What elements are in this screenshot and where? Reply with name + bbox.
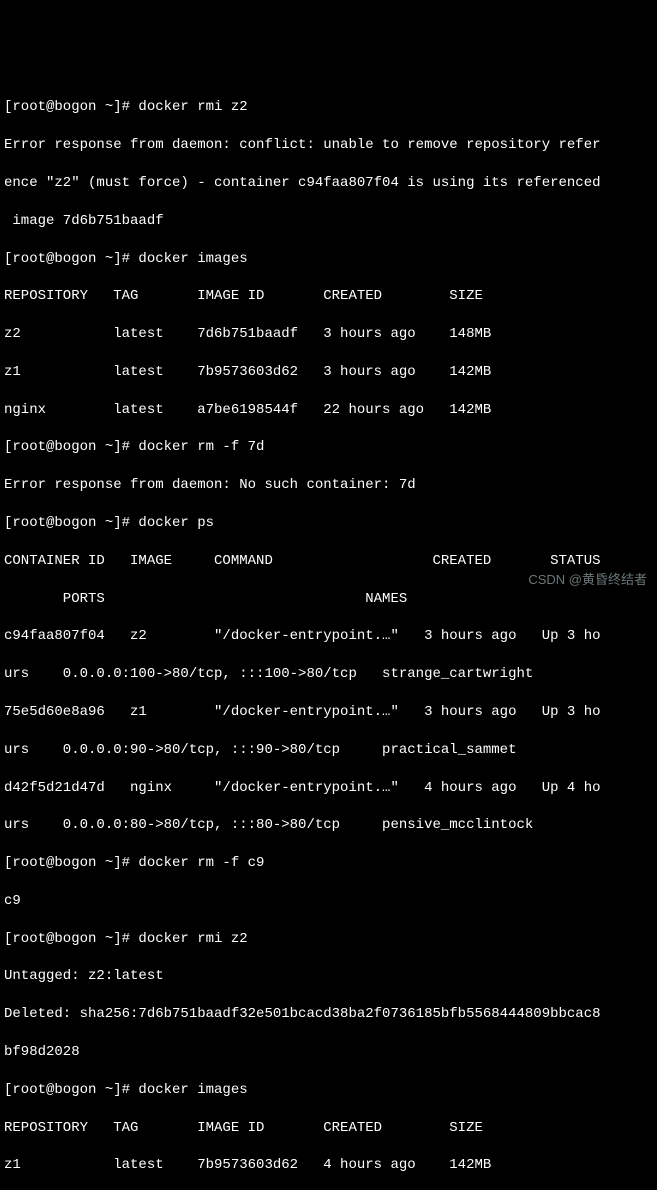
output-line: c9 [4,892,653,911]
table-row: urs 0.0.0.0:100->80/tcp, :::100->80/tcp … [4,665,653,684]
command-text: docker rmi z2 [138,931,247,947]
prompt: [root@bogon ~]# [4,855,138,871]
cmd-line: [root@bogon ~]# docker rm -f c9 [4,854,653,873]
table-row: c94faa807f04 z2 "/docker-entrypoint.…" 3… [4,627,653,646]
output-line: bf98d2028 [4,1043,653,1062]
table-row: z1 latest 7b9573603d62 3 hours ago 142MB [4,363,653,382]
terminal-output[interactable]: [root@bogon ~]# docker rmi z2 Error resp… [4,80,653,1190]
watermark: CSDN @黄昏终结者 [528,571,647,589]
table-row: 75e5d60e8a96 z1 "/docker-entrypoint.…" 3… [4,703,653,722]
error-line: image 7d6b751baadf [4,212,653,231]
cmd-line: [root@bogon ~]# docker rmi z2 [4,930,653,949]
output-line: Deleted: sha256:7d6b751baadf32e501bcacd3… [4,1005,653,1024]
prompt: [root@bogon ~]# [4,99,138,115]
prompt: [root@bogon ~]# [4,931,138,947]
cmd-line: [root@bogon ~]# docker rmi z2 [4,98,653,117]
error-line: ence "z2" (must force) - container c94fa… [4,174,653,193]
command-text: docker images [138,251,247,267]
table-row: d42f5d21d47d nginx "/docker-entrypoint.…… [4,779,653,798]
prompt: [root@bogon ~]# [4,1082,138,1098]
error-line: Error response from daemon: No such cont… [4,476,653,495]
cmd-line: [root@bogon ~]# docker ps [4,514,653,533]
command-text: docker rmi z2 [138,99,247,115]
cmd-line: [root@bogon ~]# docker rm -f 7d [4,438,653,457]
table-header: REPOSITORY TAG IMAGE ID CREATED SIZE [4,287,653,306]
table-row: nginx latest a7be6198544f 22 hours ago 1… [4,401,653,420]
command-text: docker images [138,1082,247,1098]
table-header: PORTS NAMES [4,590,653,609]
prompt: [root@bogon ~]# [4,251,138,267]
command-text: docker ps [138,515,214,531]
cmd-line: [root@bogon ~]# docker images [4,1081,653,1100]
table-header: CONTAINER ID IMAGE COMMAND CREATED STATU… [4,552,653,571]
table-row: urs 0.0.0.0:90->80/tcp, :::90->80/tcp pr… [4,741,653,760]
prompt: [root@bogon ~]# [4,515,138,531]
table-row: urs 0.0.0.0:80->80/tcp, :::80->80/tcp pe… [4,816,653,835]
error-line: Error response from daemon: conflict: un… [4,136,653,155]
command-text: docker rm -f 7d [138,439,264,455]
cmd-line: [root@bogon ~]# docker images [4,250,653,269]
table-header: REPOSITORY TAG IMAGE ID CREATED SIZE [4,1119,653,1138]
table-row: z1 latest 7b9573603d62 4 hours ago 142MB [4,1156,653,1175]
table-row: z2 latest 7d6b751baadf 3 hours ago 148MB [4,325,653,344]
command-text: docker rm -f c9 [138,855,264,871]
output-line: Untagged: z2:latest [4,967,653,986]
prompt: [root@bogon ~]# [4,439,138,455]
